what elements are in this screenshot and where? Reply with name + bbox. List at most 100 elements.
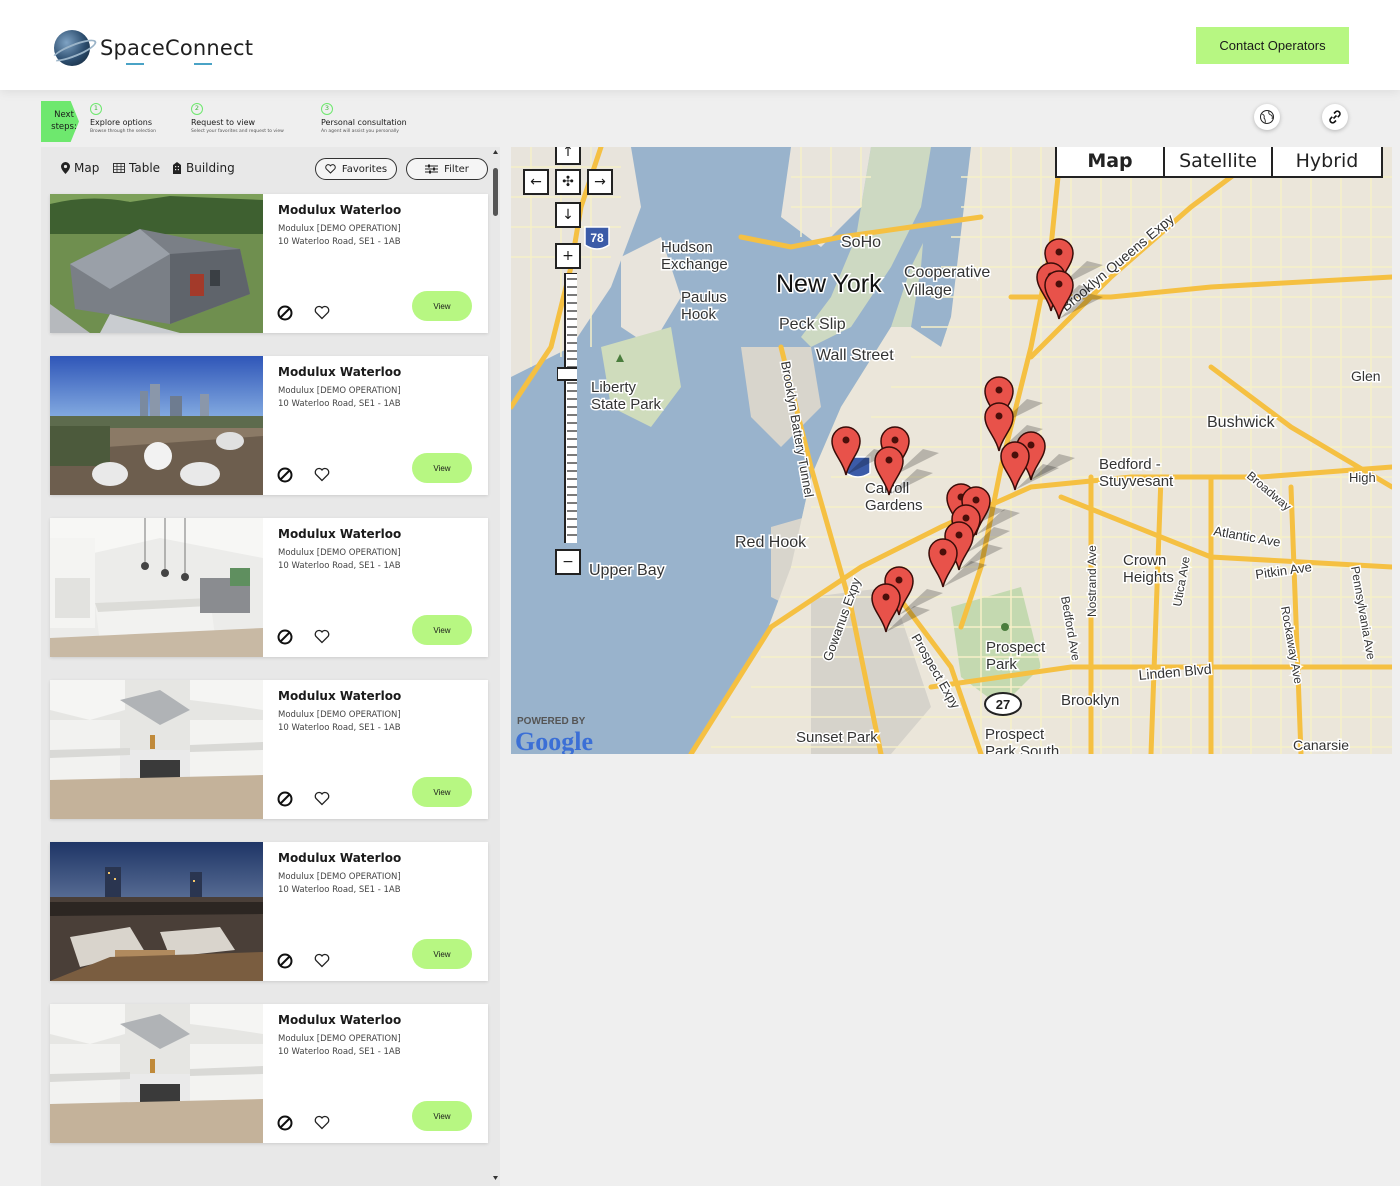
view-listing-button[interactable]: View <box>412 291 472 321</box>
contact-operators-button[interactable]: Contact Operators <box>1196 27 1349 64</box>
favorite-heart-icon[interactable] <box>314 305 330 320</box>
step-subtitle: Browse through the selection <box>90 129 156 134</box>
globe-icon[interactable] <box>1254 104 1280 130</box>
listing-card[interactable]: Modulux Waterloo Modulux [DEMO OPERATION… <box>50 842 488 981</box>
listing-title: Modulux Waterloo <box>278 527 402 541</box>
pan-up-button[interactable]: ↑ <box>555 147 581 165</box>
filter-button[interactable]: Filter <box>406 158 488 180</box>
step-request: 2 Request to view Select your favorites … <box>191 103 284 134</box>
listing-address: 10 Waterloo Road, SE1 - 1AB <box>278 561 401 571</box>
favorite-heart-icon[interactable] <box>314 1115 330 1130</box>
step-number: 2 <box>191 103 203 115</box>
listing-photo[interactable] <box>50 194 263 333</box>
favorite-heart-icon[interactable] <box>314 629 330 644</box>
listing-title: Modulux Waterloo <box>278 851 402 865</box>
listings-scrollbar[interactable] <box>493 150 498 1180</box>
listing-card[interactable]: Modulux Waterloo Modulux [DEMO OPERATION… <box>50 356 488 495</box>
recenter-button[interactable]: ✣ <box>555 169 581 195</box>
favorites-button[interactable]: Favorites <box>315 158 397 180</box>
plus-icon: + <box>562 248 574 264</box>
step-title: Explore options <box>90 118 153 127</box>
view-toolbar: Map Table Building Favorites Filter <box>41 147 500 187</box>
route-27-label: 27 <box>996 697 1010 712</box>
hide-listing-icon[interactable] <box>277 1115 293 1131</box>
table-icon <box>113 163 125 173</box>
logo[interactable]: SpaceConnect <box>54 30 253 66</box>
zoom-slider-handle[interactable] <box>557 367 577 381</box>
zoom-slider[interactable] <box>557 273 577 543</box>
hide-listing-icon[interactable] <box>277 629 293 645</box>
view-listing-button[interactable]: View <box>412 939 472 969</box>
listing-address: 10 Waterloo Road, SE1 - 1AB <box>278 885 401 895</box>
listing-photo[interactable] <box>50 356 263 495</box>
view-map-option[interactable]: Map <box>61 161 99 175</box>
favorite-heart-icon[interactable] <box>314 791 330 806</box>
zoom-out-button[interactable]: − <box>555 549 581 575</box>
listing-photo[interactable] <box>50 518 263 657</box>
pan-left-button[interactable]: ← <box>523 169 549 195</box>
map-place-label: Bushwick <box>1207 414 1276 431</box>
hide-listing-icon[interactable] <box>277 791 293 807</box>
map-place-label: Red Hook <box>735 534 807 551</box>
link-icon[interactable] <box>1322 104 1348 130</box>
map-place-label: Sunset Park <box>796 729 878 746</box>
listing-card[interactable]: Modulux Waterloo Modulux [DEMO OPERATION… <box>50 194 488 333</box>
map-view[interactable]: Hudson Exchange SoHo New York Cooperative Vil… <box>511 147 1392 754</box>
listing-photo[interactable] <box>50 1004 263 1143</box>
arrow-right-icon: → <box>594 174 606 190</box>
zoom-in-button[interactable]: + <box>555 243 581 269</box>
step-consultation: 3 Personal consultation An agent will as… <box>321 103 407 134</box>
view-building-option[interactable]: Building <box>172 161 235 175</box>
listings-panel: Map Table Building Favorites Filter Modu… <box>41 147 500 1186</box>
view-listing-button[interactable]: View <box>412 1101 472 1131</box>
favorites-label: Favorites <box>341 163 388 175</box>
listing-title: Modulux Waterloo <box>278 1013 402 1027</box>
map-canvas[interactable]: Hudson ExchangeSoHoNew York Cooperative Vil… <box>511 147 1392 754</box>
view-listing-button[interactable]: View <box>412 453 472 483</box>
minus-icon: − <box>562 554 574 570</box>
step-subtitle: Select your favorites and request to vie… <box>191 129 284 134</box>
listing-card[interactable]: Modulux Waterloo Modulux [DEMO OPERATION… <box>50 1004 488 1143</box>
listing-photo[interactable] <box>50 842 263 981</box>
listing-card[interactable]: Modulux Waterloo Modulux [DEMO OPERATION… <box>50 518 488 657</box>
recenter-icon: ✣ <box>562 174 574 190</box>
map-type-hybrid-button[interactable]: Hybrid <box>1273 147 1381 176</box>
arrow-up-icon: ↑ <box>562 147 574 160</box>
map-type-map-button[interactable]: Map <box>1057 147 1165 176</box>
view-table-label: Table <box>129 161 161 175</box>
favorite-heart-icon[interactable] <box>314 467 330 482</box>
listing-operator: Modulux [DEMO OPERATION] <box>278 548 401 558</box>
listing-card[interactable]: Modulux Waterloo Modulux [DEMO OPERATION… <box>50 680 488 819</box>
listing-operator: Modulux [DEMO OPERATION] <box>278 1034 401 1044</box>
listing-address: 10 Waterloo Road, SE1 - 1AB <box>278 237 401 247</box>
step-title: Request to view <box>191 118 256 127</box>
listing-photo[interactable] <box>50 680 263 819</box>
pan-right-button[interactable]: → <box>587 169 613 195</box>
map-place-label: Peck Slip <box>779 316 846 333</box>
step-title: Personal consultation <box>321 118 407 127</box>
view-map-label: Map <box>74 161 100 175</box>
logo-text: SpaceConnect <box>100 36 253 65</box>
listing-address: 10 Waterloo Road, SE1 - 1AB <box>278 723 401 733</box>
map-pin-icon <box>61 162 70 174</box>
hide-listing-icon[interactable] <box>277 953 293 969</box>
hide-listing-icon[interactable] <box>277 305 293 321</box>
map-type-switcher: Map Satellite Hybrid <box>1055 147 1383 178</box>
google-logo[interactable]: Google <box>515 727 593 754</box>
view-listing-button[interactable]: View <box>412 615 472 645</box>
step-number: 1 <box>90 103 102 115</box>
listing-title: Modulux Waterloo <box>278 365 402 379</box>
map-place-label: Nostrand Ave <box>1085 545 1099 617</box>
view-table-option[interactable]: Table <box>113 161 160 175</box>
map-type-satellite-button[interactable]: Satellite <box>1165 147 1273 176</box>
listing-operator: Modulux [DEMO OPERATION] <box>278 710 401 720</box>
next-steps-flag: Next steps: <box>41 101 79 142</box>
favorite-heart-icon[interactable] <box>314 953 330 968</box>
hide-listing-icon[interactable] <box>277 467 293 483</box>
view-listing-button[interactable]: View <box>412 777 472 807</box>
listing-operator: Modulux [DEMO OPERATION] <box>278 224 401 234</box>
map-place-label: Upper Bay <box>589 562 665 579</box>
map-place-label: Crown Heights <box>1123 552 1174 586</box>
pan-down-button[interactable]: ↓ <box>555 202 581 228</box>
scroll-thumb[interactable] <box>493 168 498 216</box>
